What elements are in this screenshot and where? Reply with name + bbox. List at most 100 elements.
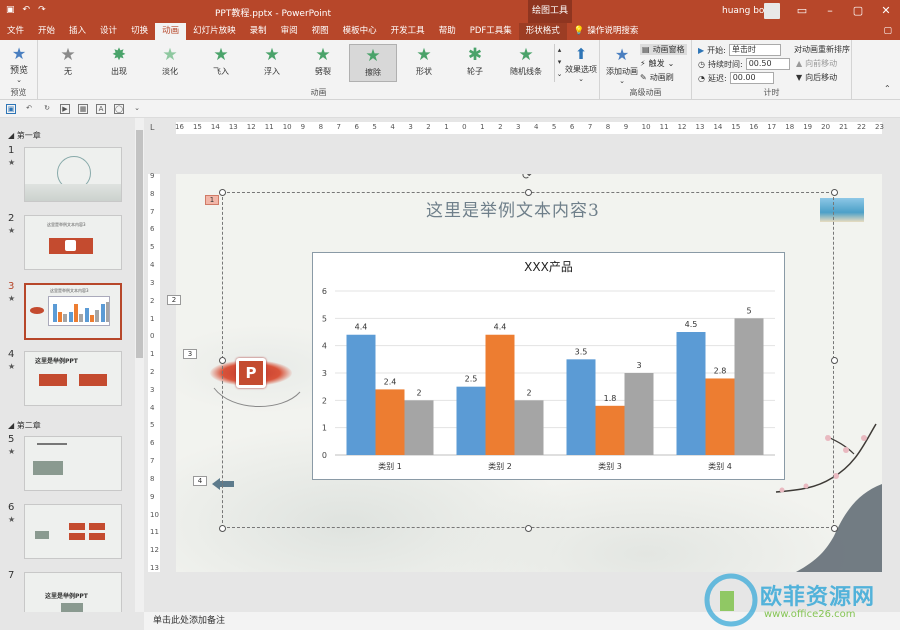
rotate-handle-icon[interactable]: ⟳: [522, 174, 532, 182]
slide-thumbnail-1[interactable]: [24, 147, 122, 202]
add-animation-button[interactable]: ★ 添加动画 ⌄: [604, 44, 640, 85]
anim-none[interactable]: ★ 无: [44, 44, 92, 82]
slide-anim-star: ★: [8, 294, 16, 303]
anim-fly-in[interactable]: ★ 飞入: [197, 44, 245, 82]
animation-pane-button[interactable]: ▤ 动画窗格: [640, 44, 687, 55]
animation-painter-button[interactable]: ✎ 动画刷: [640, 72, 674, 83]
tab-slideshow[interactable]: 幻灯片放映: [186, 23, 243, 40]
anim-shape[interactable]: ★ 形状: [400, 44, 448, 82]
redo-icon[interactable]: ↷: [38, 5, 46, 15]
user-name[interactable]: huang bo: [722, 6, 764, 16]
tab-developer[interactable]: 开发工具: [384, 23, 432, 40]
horizontal-ruler[interactable]: 16 15 14 13 12 11 10 9 8 7 6 5 4 3 2 1 0 1 2 3 4 5 6 7 8 9 10 11 12 1…: [175, 122, 884, 134]
star-icon: ★: [518, 45, 534, 65]
lightbulb-icon: 💡: [573, 26, 585, 36]
ruler-tick-label: 13: [150, 564, 159, 572]
anim-appear[interactable]: ✸ 出现: [95, 44, 143, 82]
timing-group-label: 计时: [763, 88, 780, 97]
undo-icon[interactable]: ↶: [24, 104, 34, 114]
duration-input[interactable]: 00.50: [745, 58, 790, 70]
maximize-icon[interactable]: ▢: [850, 4, 866, 17]
tab-stop-icon[interactable]: L: [150, 123, 154, 132]
vertical-ruler[interactable]: 9 8 7 6 5 4 3 2 1 0 1 2 3 4 5 6 7 8 9 10 11 12 13: [148, 172, 160, 572]
tab-animations[interactable]: 动画: [155, 23, 187, 40]
effect-options-button[interactable]: ⬆ 效果选项 ⌄: [564, 44, 598, 83]
delay-input[interactable]: 00.00: [729, 72, 774, 84]
preview-button[interactable]: ★ 预览 ⌄: [4, 44, 34, 84]
tab-review[interactable]: 审阅: [274, 23, 305, 40]
save-icon[interactable]: ▣: [6, 5, 15, 15]
resize-handle-se[interactable]: [831, 525, 838, 532]
thumb-block: [33, 461, 63, 475]
thumbnail-scrollbar[interactable]: [135, 118, 144, 612]
customize-icon[interactable]: ⌄: [132, 104, 142, 114]
anim-fade[interactable]: ★ 淡化: [146, 44, 194, 82]
resize-handle-e[interactable]: [831, 357, 838, 364]
anim-float-in[interactable]: ★ 浮入: [248, 44, 296, 82]
section-header-1[interactable]: ◢ 第一章: [8, 130, 41, 141]
slide-thumbnail-4[interactable]: 这里是举例PPT: [24, 351, 122, 406]
minimize-icon[interactable]: –: [822, 4, 838, 17]
pane-icon: ▤: [642, 45, 650, 54]
anim-split[interactable]: ★ 劈裂: [299, 44, 347, 82]
textbox-icon[interactable]: A: [96, 103, 106, 114]
animation-order-badge-2[interactable]: 2: [167, 295, 181, 305]
animation-order-badge-4[interactable]: 4: [193, 476, 207, 486]
ruler-tick-label: 4: [150, 403, 155, 412]
save-icon[interactable]: ▣: [6, 103, 16, 114]
resize-handle-nw[interactable]: [219, 189, 226, 196]
collapse-ribbon-icon[interactable]: ⌃: [884, 84, 891, 93]
slideshow-icon[interactable]: ▶: [60, 103, 70, 114]
resize-handle-ne[interactable]: [831, 189, 838, 196]
tab-design[interactable]: 设计: [93, 23, 124, 40]
tab-pdf-tools[interactable]: PDF工具集: [463, 23, 519, 40]
picture-icon[interactable]: ▦: [78, 103, 88, 114]
chevron-down-icon: ⌄: [667, 59, 675, 68]
avatar[interactable]: [764, 3, 780, 19]
tab-record[interactable]: 录制: [243, 23, 274, 40]
resize-handle-w[interactable]: [219, 357, 226, 364]
tell-me-search[interactable]: 💡 操作说明搜索: [567, 23, 646, 40]
ribbon-display-icon[interactable]: ▭: [794, 4, 810, 17]
tab-home[interactable]: 开始: [31, 23, 62, 40]
resize-handle-sw[interactable]: [219, 525, 226, 532]
slide-canvas[interactable]: 这里是举例文本内容3 P XXX产品 0 1 2 3 4 5 6 4.4 2.4 2 类别 1 2.5 4…: [176, 174, 882, 572]
tab-file[interactable]: 文件: [0, 23, 31, 40]
resize-handle-n[interactable]: [525, 189, 532, 196]
slide-thumbnail-7[interactable]: 这里是举例PPT: [24, 572, 122, 612]
scrollbar-thumb[interactable]: [136, 130, 143, 358]
section-header-2[interactable]: ◢ 第二章: [8, 420, 41, 431]
redo-icon[interactable]: ↻: [42, 104, 52, 114]
anim-wipe[interactable]: ★ 擦除: [349, 44, 397, 82]
start-select[interactable]: 单击时: [728, 44, 781, 56]
slide-thumbnail-3[interactable]: 这里是举例文本内容3: [24, 283, 122, 340]
slide-thumbnail-5[interactable]: [24, 436, 122, 491]
gallery-scroll[interactable]: ▴ ▾ ⌄: [554, 44, 564, 82]
animation-order-badge-3[interactable]: 3: [183, 349, 197, 359]
anim-random-bars[interactable]: ★ 随机线条: [502, 44, 550, 82]
comments-icon[interactable]: ▢: [883, 26, 892, 36]
resize-handle-s[interactable]: [525, 525, 532, 532]
tab-insert[interactable]: 插入: [62, 23, 93, 40]
move-later-button[interactable]: ▼ 向后移动: [796, 72, 837, 83]
ribbon: ★ 预览 ⌄ 预览 ★ 无 ✸ 出现 ★ 淡化 ★ 飞入 ★ 浮入 ★ 劈裂 ★ 擦除 ★ 形状…: [0, 40, 900, 100]
ruler-tick-label: 7: [150, 457, 155, 466]
anim-label: 淡化: [162, 67, 178, 76]
tab-help[interactable]: 帮助: [432, 23, 463, 40]
trigger-button[interactable]: ⚡ 触发 ⌄: [640, 58, 674, 69]
tab-view[interactable]: 视图: [305, 23, 336, 40]
tab-shape-format[interactable]: 形状格式: [518, 23, 567, 40]
shape-icon[interactable]: ◯: [114, 103, 124, 114]
move-earlier-button[interactable]: ▲ 向前移动: [796, 58, 837, 69]
tab-template-center[interactable]: 模板中心: [336, 23, 384, 40]
animation-order-badge-1[interactable]: 1: [205, 195, 219, 205]
anim-wheel[interactable]: ✱ 轮子: [451, 44, 499, 82]
lightning-icon: ⚡: [640, 59, 646, 68]
close-icon[interactable]: ✕: [878, 4, 894, 17]
ruler-tick-label: 3: [150, 385, 155, 394]
tab-transitions[interactable]: 切换: [124, 23, 155, 40]
anim-label: 形状: [416, 67, 432, 76]
slide-thumbnail-2[interactable]: 这里是举例文本内容3: [24, 215, 122, 270]
undo-icon[interactable]: ↶: [23, 5, 31, 15]
slide-thumbnail-6[interactable]: [24, 504, 122, 559]
